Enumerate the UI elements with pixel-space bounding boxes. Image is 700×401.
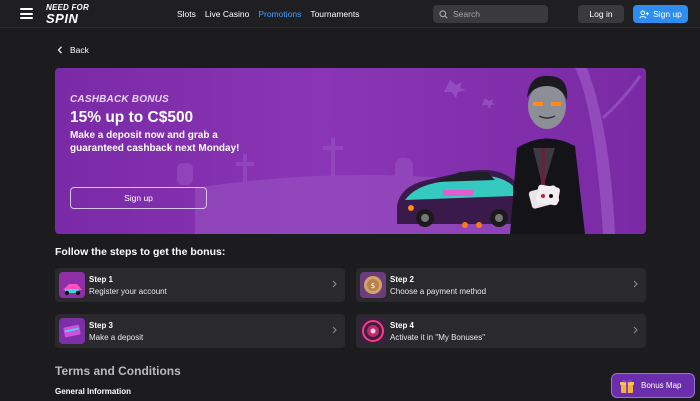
nav-tournaments[interactable]: Tournaments bbox=[310, 9, 359, 19]
step-4-title: Step 4 bbox=[390, 321, 415, 330]
terms-heading: Terms and Conditions bbox=[55, 364, 181, 378]
bonus-map-label: Bonus Map bbox=[641, 381, 682, 390]
cashback-banner: CASHBACK BONUS 15% up to C$500 Make a de… bbox=[55, 68, 646, 234]
gift-icon bbox=[620, 379, 634, 393]
signup-button[interactable]: Sign up bbox=[633, 5, 688, 23]
step-2-thumbnail: $ bbox=[360, 272, 386, 298]
step-1-thumbnail bbox=[59, 272, 85, 298]
step-1-description: Register your account bbox=[89, 287, 167, 296]
bonus-map-button[interactable]: Bonus Map bbox=[611, 373, 695, 398]
step-3-description: Make a deposit bbox=[89, 333, 144, 342]
chevron-right-icon bbox=[332, 280, 337, 288]
step-card-1[interactable]: Step 1 Register your account bbox=[55, 268, 345, 302]
login-button[interactable]: Log in bbox=[578, 5, 624, 23]
nav-live-casino[interactable]: Live Casino bbox=[205, 9, 249, 19]
menu-icon[interactable] bbox=[20, 8, 33, 19]
step-card-2[interactable]: $ Step 2 Choose a payment method bbox=[356, 268, 646, 302]
step-card-3[interactable]: Step 3 Make a deposit bbox=[55, 314, 345, 348]
step-2-description: Choose a payment method bbox=[390, 287, 487, 296]
step-1-title: Step 1 bbox=[89, 275, 114, 284]
bonus-description: Make a deposit now and grab a guaranteed… bbox=[70, 130, 240, 154]
general-information-heading: General Information bbox=[55, 387, 132, 396]
step-3-thumbnail bbox=[59, 318, 85, 344]
nav-slots[interactable]: Slots bbox=[177, 9, 196, 19]
step-3-title: Step 3 bbox=[89, 321, 114, 330]
vampire-character-illustration bbox=[510, 75, 585, 234]
step-card-4[interactable]: Step 4 Activate it in "My Bonuses" bbox=[356, 314, 646, 348]
chevron-right-icon bbox=[332, 326, 337, 334]
logo-line-2: SPIN bbox=[46, 11, 79, 26]
banner-signup-button[interactable]: Sign up bbox=[70, 187, 207, 209]
chevron-left-icon bbox=[57, 46, 62, 54]
search-input[interactable] bbox=[453, 9, 543, 19]
top-header: NEED FOR SPIN Slots Live Casino Promotio… bbox=[0, 0, 700, 28]
chevron-right-icon bbox=[633, 280, 638, 288]
steps-heading: Follow the steps to get the bonus: bbox=[55, 246, 226, 258]
site-logo[interactable]: NEED FOR SPIN bbox=[46, 3, 96, 25]
main-nav: Slots Live Casino Promotions Tournaments bbox=[177, 9, 359, 19]
step-4-thumbnail bbox=[360, 318, 386, 344]
step-4-description: Activate it in "My Bonuses" bbox=[390, 333, 486, 342]
bonus-type-label: CASHBACK BONUS bbox=[70, 94, 169, 105]
back-label: Back bbox=[70, 45, 89, 55]
chevron-right-icon bbox=[633, 326, 638, 334]
signup-button-label: Sign up bbox=[653, 9, 682, 19]
search-icon bbox=[439, 9, 448, 19]
step-2-title: Step 2 bbox=[390, 275, 415, 284]
user-plus-icon bbox=[639, 10, 650, 18]
svg-text:$: $ bbox=[371, 282, 375, 290]
nav-promotions[interactable]: Promotions bbox=[258, 9, 301, 19]
back-link[interactable]: Back bbox=[57, 45, 89, 55]
search-box[interactable] bbox=[433, 5, 548, 23]
bonus-title: 15% up to C$500 bbox=[70, 109, 194, 126]
